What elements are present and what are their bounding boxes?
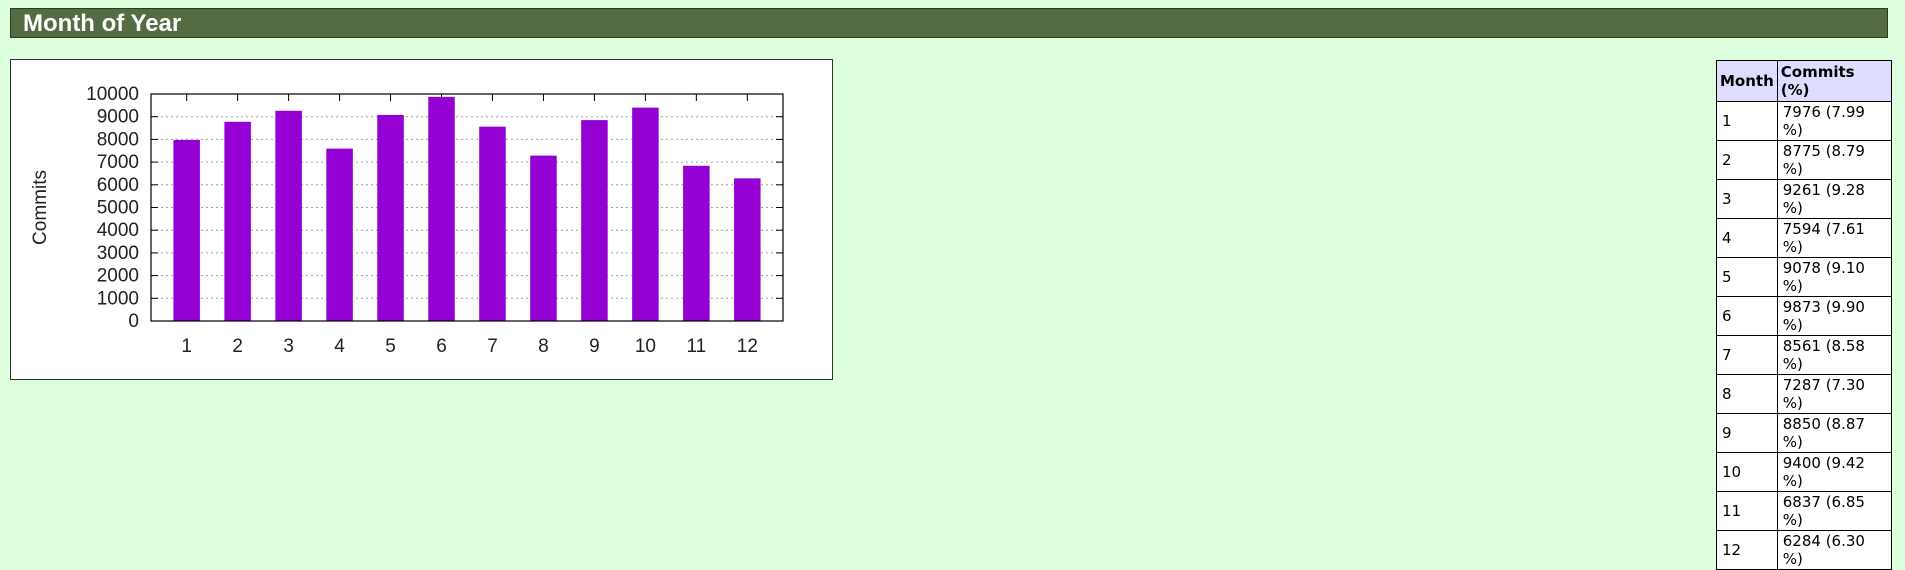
x-tick-label: 4 (334, 336, 345, 357)
table-row: 9 8850 (8.87 %) (1716, 413, 1892, 453)
month-cell: 9 (1716, 413, 1778, 453)
x-tick-label: 1 (181, 336, 192, 357)
bar (224, 121, 251, 321)
bar (683, 165, 710, 321)
bar (377, 114, 404, 321)
x-tick-label: 3 (283, 336, 294, 357)
y-tick-label: 4000 (97, 220, 139, 241)
x-tick-label: 10 (635, 336, 656, 357)
table-row: 11 6837 (6.85 %) (1716, 491, 1892, 531)
commits-cell: 7287 (7.30 %) (1776, 374, 1892, 414)
table-header-row: Month Commits (%) (1716, 60, 1892, 102)
bar (734, 178, 761, 321)
section-title: Month of Year (10, 8, 1888, 38)
y-tick-label: 5000 (97, 198, 139, 219)
y-tick-label: 0 (128, 311, 139, 332)
commits-cell: 7976 (7.99 %) (1776, 101, 1892, 141)
y-tick-label: 2000 (97, 266, 139, 287)
y-axis-label: Commits (30, 170, 51, 245)
month-commits-table: Month Commits (%) 1 7976 (7.99 %) 2 8775 (… (1716, 60, 1892, 570)
month-cell: 1 (1716, 101, 1778, 141)
table-row: 2 8775 (8.79 %) (1716, 140, 1892, 180)
table-row: 3 9261 (9.28 %) (1716, 179, 1892, 219)
table-row: 10 9400 (9.42 %) (1716, 452, 1892, 492)
column-header-month: Month (1716, 60, 1778, 102)
table-row: 7 8561 (8.58 %) (1716, 335, 1892, 375)
y-tick-label: 6000 (97, 175, 139, 196)
commits-cell: 6284 (6.30 %) (1776, 530, 1892, 570)
commits-cell: 6837 (6.85 %) (1776, 491, 1892, 531)
y-tick-label: 9000 (97, 107, 139, 128)
month-cell: 8 (1716, 374, 1778, 414)
bar (479, 126, 506, 321)
x-tick-label: 11 (686, 336, 706, 357)
y-tick-label: 3000 (97, 243, 139, 264)
x-tick-label: 6 (436, 336, 447, 357)
month-cell: 4 (1716, 218, 1778, 258)
month-cell: 2 (1716, 140, 1778, 180)
table-row: 6 9873 (9.90 %) (1716, 296, 1892, 336)
table-row: 1 7976 (7.99 %) (1716, 101, 1892, 141)
month-cell: 10 (1716, 452, 1778, 492)
bar (275, 110, 302, 321)
month-cell: 12 (1716, 530, 1778, 570)
commits-cell: 8850 (8.87 %) (1776, 413, 1892, 453)
month-cell: 3 (1716, 179, 1778, 219)
table-row: 5 9078 (9.10 %) (1716, 257, 1892, 297)
chart-svg: 0100020003000400050006000700080009000100… (30, 84, 784, 357)
y-tick-label: 10000 (86, 84, 139, 105)
y-tick-label: 8000 (97, 129, 139, 150)
bar (530, 155, 557, 321)
table-row: 12 6284 (6.30 %) (1716, 530, 1892, 570)
x-tick-label: 12 (737, 336, 758, 357)
column-header-commits: Commits (%) (1776, 60, 1892, 102)
commits-cell: 7594 (7.61 %) (1776, 218, 1892, 258)
month-cell: 7 (1716, 335, 1778, 375)
x-tick-label: 7 (487, 336, 498, 357)
commits-by-month-chart: 0 1000 2000 3000 4000 5000 6000 7000 8000 9000 100… (10, 59, 833, 380)
commits-cell: 9078 (9.10 %) (1776, 257, 1892, 297)
y-tick-label: 7000 (97, 152, 139, 173)
bar (326, 148, 353, 321)
month-cell: 5 (1716, 257, 1778, 297)
x-tick-label: 8 (538, 336, 549, 357)
month-cell: 6 (1716, 296, 1778, 336)
commits-cell: 8561 (8.58 %) (1776, 335, 1892, 375)
table-row: 8 7287 (7.30 %) (1716, 374, 1892, 414)
bar (173, 139, 200, 321)
commits-cell: 9400 (9.42 %) (1776, 452, 1892, 492)
table-row: 4 7594 (7.61 %) (1716, 218, 1892, 258)
x-tick-label: 2 (232, 336, 243, 357)
x-tick-label: 5 (385, 336, 396, 357)
x-tick-label: 9 (589, 336, 600, 357)
commits-cell: 9261 (9.28 %) (1776, 179, 1892, 219)
y-tick-label: 1000 (97, 288, 139, 309)
commits-cell: 9873 (9.90 %) (1776, 296, 1892, 336)
commits-cell: 8775 (8.79 %) (1776, 140, 1892, 180)
bar (428, 96, 455, 321)
month-cell: 11 (1716, 491, 1778, 531)
bar (581, 120, 608, 321)
bar (632, 107, 659, 321)
